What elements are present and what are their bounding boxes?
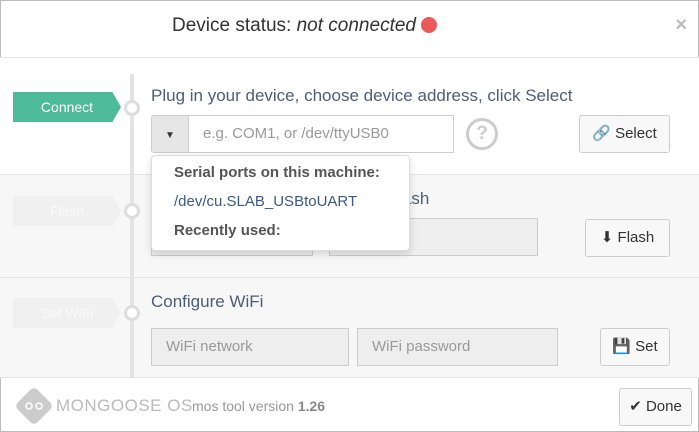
status-label: Device status: xyxy=(172,15,292,36)
version-number: 1.26 xyxy=(297,398,326,414)
timeline xyxy=(130,74,134,378)
step-set-wifi[interactable]: Set WiFi xyxy=(13,298,121,328)
select-label: Select xyxy=(615,125,657,142)
dialog-header: Device status: not connected × xyxy=(0,0,699,58)
close-button[interactable]: × xyxy=(675,14,687,37)
status-dot-icon xyxy=(420,17,437,33)
flash-label: Flash xyxy=(617,229,655,246)
version-text: mos tool version 1.26 xyxy=(192,398,325,414)
footer: MONGOOSE OS mos tool version 1.26 ✔ Done xyxy=(0,378,699,432)
timeline-node xyxy=(124,305,140,321)
version-label: mos tool version xyxy=(192,398,294,414)
status-value: not connected xyxy=(296,15,416,36)
port-option[interactable]: /dev/cu.SLAB_USBtoUART xyxy=(174,193,357,210)
link-icon: 🔗 xyxy=(592,125,611,142)
done-button[interactable]: ✔ Done xyxy=(619,388,692,426)
caret-down-icon: ▼ xyxy=(165,130,175,141)
wifi-section xyxy=(0,278,699,378)
wifi-heading: Configure WiFi xyxy=(151,292,264,311)
recent-header: Recently used: xyxy=(174,222,281,239)
set-wifi-button[interactable]: 💾 Set xyxy=(600,328,670,366)
port-dropdown-toggle[interactable]: ▼ xyxy=(151,115,189,153)
mongoose-logo-icon xyxy=(16,388,52,424)
flash-button[interactable]: ⬇ Flash xyxy=(585,219,670,257)
wifi-network-input[interactable]: WiFi network xyxy=(151,328,349,366)
wifi-password-input[interactable]: WiFi password xyxy=(357,328,558,366)
save-icon: 💾 xyxy=(612,338,631,355)
download-icon: ⬇ xyxy=(600,229,614,246)
port-input[interactable]: e.g. COM1, or /dev/ttyUSB0 xyxy=(188,115,454,153)
done-label: Done xyxy=(645,398,682,415)
step-flash[interactable]: Flash xyxy=(13,196,121,226)
step-connect[interactable]: Connect xyxy=(13,92,121,122)
device-status-title: Device status: not connected xyxy=(172,15,437,37)
connect-heading: Plug in your device, choose device addre… xyxy=(151,86,573,105)
ports-header: Serial ports on this machine: xyxy=(174,164,380,181)
set-label: Set xyxy=(635,338,658,355)
brand-name: MONGOOSE OS xyxy=(56,396,193,415)
port-dropdown-menu: Serial ports on this machine: /dev/cu.SL… xyxy=(151,155,410,251)
check-icon: ✔ xyxy=(629,398,642,415)
help-icon[interactable]: ? xyxy=(466,118,498,150)
timeline-node xyxy=(124,203,140,219)
timeline-node xyxy=(124,100,140,116)
select-button[interactable]: 🔗 Select xyxy=(579,115,670,153)
